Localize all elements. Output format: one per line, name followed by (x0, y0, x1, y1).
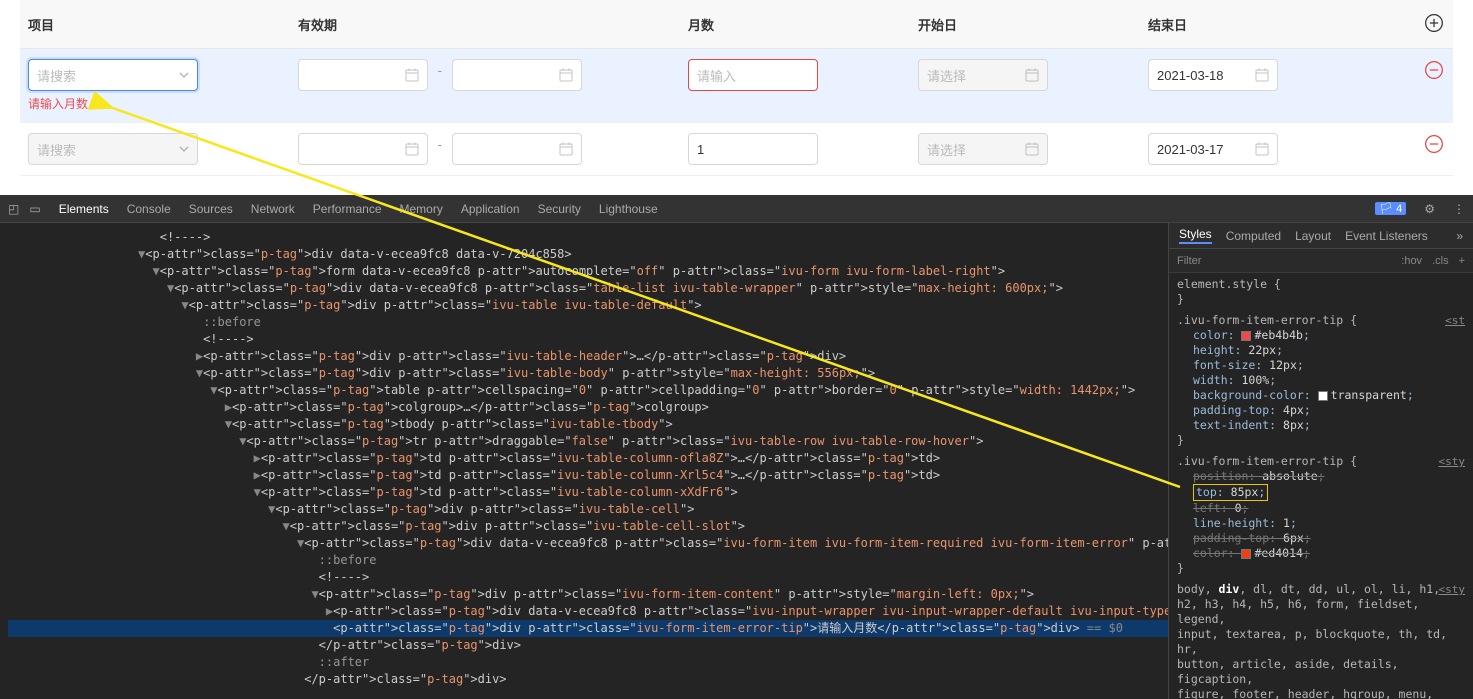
col-startdate: 开始日 (910, 0, 1140, 49)
add-row-button[interactable] (1423, 12, 1445, 34)
more-icon[interactable]: ⋮ (1453, 202, 1465, 216)
table-area: 项目 有效期 月数 开始日 结束日 请搜索 请输入月数 - 请输入 请选择 (0, 0, 1473, 176)
device-icon[interactable]: ▭ (29, 202, 40, 216)
validity-to-date[interactable] (452, 133, 582, 165)
project-placeholder: 请搜索 (37, 66, 76, 85)
remove-row-button[interactable] (1423, 59, 1445, 81)
hov-toggle[interactable]: :hov (1401, 255, 1422, 267)
range-separator: - (438, 137, 442, 152)
calendar-icon (1255, 142, 1269, 156)
validity-to-date[interactable] (452, 59, 582, 91)
filter-input[interactable]: Filter (1177, 255, 1391, 267)
col-validity: 有效期 (290, 0, 680, 49)
end-date-input[interactable]: 2021-03-17 (1148, 133, 1278, 165)
col-months: 月数 (680, 0, 910, 49)
tab-console[interactable]: Console (127, 202, 171, 216)
error-tip: 请输入月数 (28, 95, 282, 112)
months-input[interactable]: 请输入 (688, 59, 818, 91)
side-tab-listeners[interactable]: Event Listeners (1345, 229, 1428, 243)
col-project: 项目 (20, 0, 290, 49)
side-tab-styles[interactable]: Styles (1179, 227, 1212, 244)
start-date-input[interactable]: 请选择 (918, 133, 1048, 165)
side-tab-computed[interactable]: Computed (1226, 229, 1281, 243)
calendar-icon (405, 68, 419, 82)
end-date-value: 2021-03-18 (1157, 68, 1224, 83)
new-rule-icon[interactable]: + (1459, 255, 1465, 267)
settings-icon[interactable]: ⚙ (1424, 202, 1435, 216)
calendar-icon (559, 142, 573, 156)
remove-row-button[interactable] (1423, 133, 1445, 155)
css-rules[interactable]: element.style {}<st.ivu-form-item-error-… (1169, 273, 1473, 699)
devtools-tabs: ◰ ▭ Elements Console Sources Network Per… (0, 195, 1473, 223)
months-placeholder: 请输入 (697, 66, 736, 85)
tab-lighthouse[interactable]: Lighthouse (599, 202, 658, 216)
tab-memory[interactable]: Memory (400, 202, 443, 216)
calendar-icon (1025, 142, 1039, 156)
calendar-icon (405, 142, 419, 156)
tab-performance[interactable]: Performance (313, 202, 382, 216)
calendar-icon (559, 68, 573, 82)
devtools-toolbar-icons: ◰ ▭ (8, 202, 41, 216)
data-table: 项目 有效期 月数 开始日 结束日 请搜索 请输入月数 - 请输入 请选择 (20, 0, 1453, 176)
chevron-down-icon (179, 70, 189, 80)
side-tab-layout[interactable]: Layout (1295, 229, 1331, 243)
styles-panel: Styles Computed Layout Event Listeners »… (1168, 223, 1473, 699)
project-select[interactable]: 请搜索 (28, 59, 198, 91)
start-placeholder: 请选择 (927, 140, 966, 159)
range-separator: - (438, 63, 442, 78)
table-row: 请搜索 - 1 请选择 2021-03-17 (20, 123, 1453, 176)
calendar-icon (1025, 68, 1039, 82)
validity-from-date[interactable] (298, 133, 428, 165)
months-input[interactable]: 1 (688, 133, 818, 165)
more-side-icon[interactable]: » (1456, 229, 1463, 243)
end-date-input[interactable]: 2021-03-18 (1148, 59, 1278, 91)
validity-from-date[interactable] (298, 59, 428, 91)
dom-tree[interactable]: <!----> ▼<p-attr">class="p-tag">div data… (0, 223, 1168, 699)
table-row: 请搜索 请输入月数 - 请输入 请选择 2021-03-18 (20, 49, 1453, 123)
tab-security[interactable]: Security (538, 202, 581, 216)
tab-sources[interactable]: Sources (189, 202, 233, 216)
end-date-value: 2021-03-17 (1157, 142, 1224, 157)
calendar-icon (1255, 68, 1269, 82)
start-placeholder: 请选择 (927, 66, 966, 85)
tab-application[interactable]: Application (461, 202, 520, 216)
devtools-panel: ◰ ▭ Elements Console Sources Network Per… (0, 195, 1473, 699)
inspect-icon[interactable]: ◰ (8, 202, 19, 216)
chevron-down-icon (179, 144, 189, 154)
months-value: 1 (697, 142, 704, 157)
issues-badge[interactable]: 🏳 4 (1375, 202, 1406, 215)
tab-network[interactable]: Network (251, 202, 295, 216)
col-enddate: 结束日 (1140, 0, 1403, 49)
project-select[interactable]: 请搜索 (28, 133, 198, 165)
cls-toggle[interactable]: .cls (1432, 255, 1449, 267)
tab-elements[interactable]: Elements (59, 202, 109, 216)
start-date-input[interactable]: 请选择 (918, 59, 1048, 91)
project-placeholder: 请搜索 (37, 140, 76, 159)
